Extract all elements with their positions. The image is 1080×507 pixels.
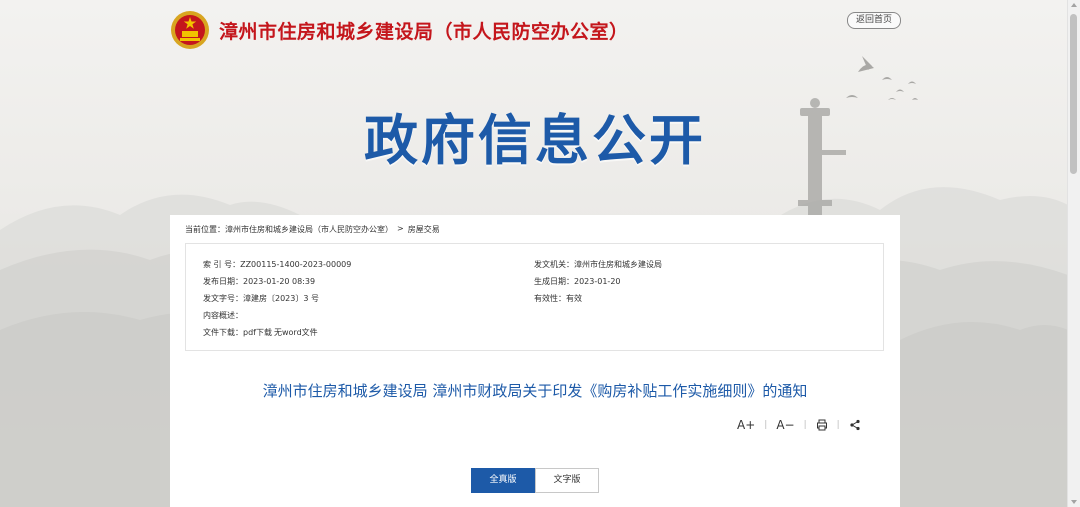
meta-issuer: 发文机关：漳州市住房和城乡建设局 — [534, 260, 662, 269]
national-emblem-icon — [171, 11, 209, 49]
document-meta: 索 引 号：ZZ00115-1400-2023-00009 发文机关：漳州市住房… — [185, 243, 884, 351]
breadcrumb: 当前位置： 漳州市住房和城乡建设局（市人民防空办公室） > 房屋交易 — [185, 224, 440, 235]
print-icon[interactable] — [816, 419, 828, 431]
site-title: 漳州市住房和城乡建设局（市人民防空办公室） — [219, 20, 629, 43]
meta-publish-date: 发布日期：2023-01-20 08:39 — [203, 277, 316, 286]
tool-divider: | — [836, 420, 840, 430]
return-home-button[interactable]: 返回首页 — [847, 12, 901, 29]
scroll-down-icon[interactable] — [1071, 500, 1077, 504]
tool-divider: | — [764, 420, 768, 430]
meta-validity: 有效性：有效 — [534, 294, 582, 303]
meta-download: 文件下载：pdf下载 无word文件 — [203, 328, 318, 337]
article-tools: A+ | A− | | — [737, 418, 861, 432]
site-header: 漳州市住房和城乡建设局（市人民防空办公室） — [170, 10, 629, 50]
meta-index: 索 引 号：ZZ00115-1400-2023-00009 — [203, 260, 352, 269]
banner-title: 政府信息公开 — [364, 109, 706, 172]
article-title: 漳州市住房和城乡建设局 漳州市财政局关于印发《购房补贴工作实施细则》的通知 — [262, 382, 808, 400]
tab-full-version[interactable]: 全真版 — [471, 468, 535, 493]
birds-icon — [846, 56, 918, 100]
no-word-file: 无word文件 — [273, 328, 318, 337]
pdf-download-link[interactable]: pdf下载 — [243, 328, 272, 337]
meta-summary: 内容概述： — [203, 311, 243, 320]
version-tabs: 全真版 文字版 — [471, 468, 599, 493]
font-larger-button[interactable]: A+ — [737, 418, 755, 432]
breadcrumb-item-housing-trade[interactable]: 房屋交易 — [408, 224, 440, 235]
breadcrumb-prefix: 当前位置： — [185, 225, 225, 234]
font-smaller-button[interactable]: A− — [776, 418, 794, 432]
meta-doc-number: 发文字号：漳建房〔2023〕3 号 — [203, 294, 319, 303]
tool-divider: | — [803, 420, 807, 430]
content-panel: 当前位置： 漳州市住房和城乡建设局（市人民防空办公室） > 房屋交易 索 引 号… — [170, 215, 900, 507]
meta-created-date: 生成日期：2023-01-20 — [534, 277, 621, 286]
scrollbar-thumb[interactable] — [1070, 14, 1077, 174]
scroll-up-icon[interactable] — [1071, 3, 1077, 7]
tab-text-version[interactable]: 文字版 — [535, 468, 599, 493]
vertical-scrollbar[interactable] — [1067, 0, 1080, 507]
share-icon[interactable] — [849, 419, 861, 431]
breadcrumb-separator: > — [397, 224, 404, 233]
breadcrumb-item-department[interactable]: 漳州市住房和城乡建设局（市人民防空办公室） — [225, 224, 393, 235]
